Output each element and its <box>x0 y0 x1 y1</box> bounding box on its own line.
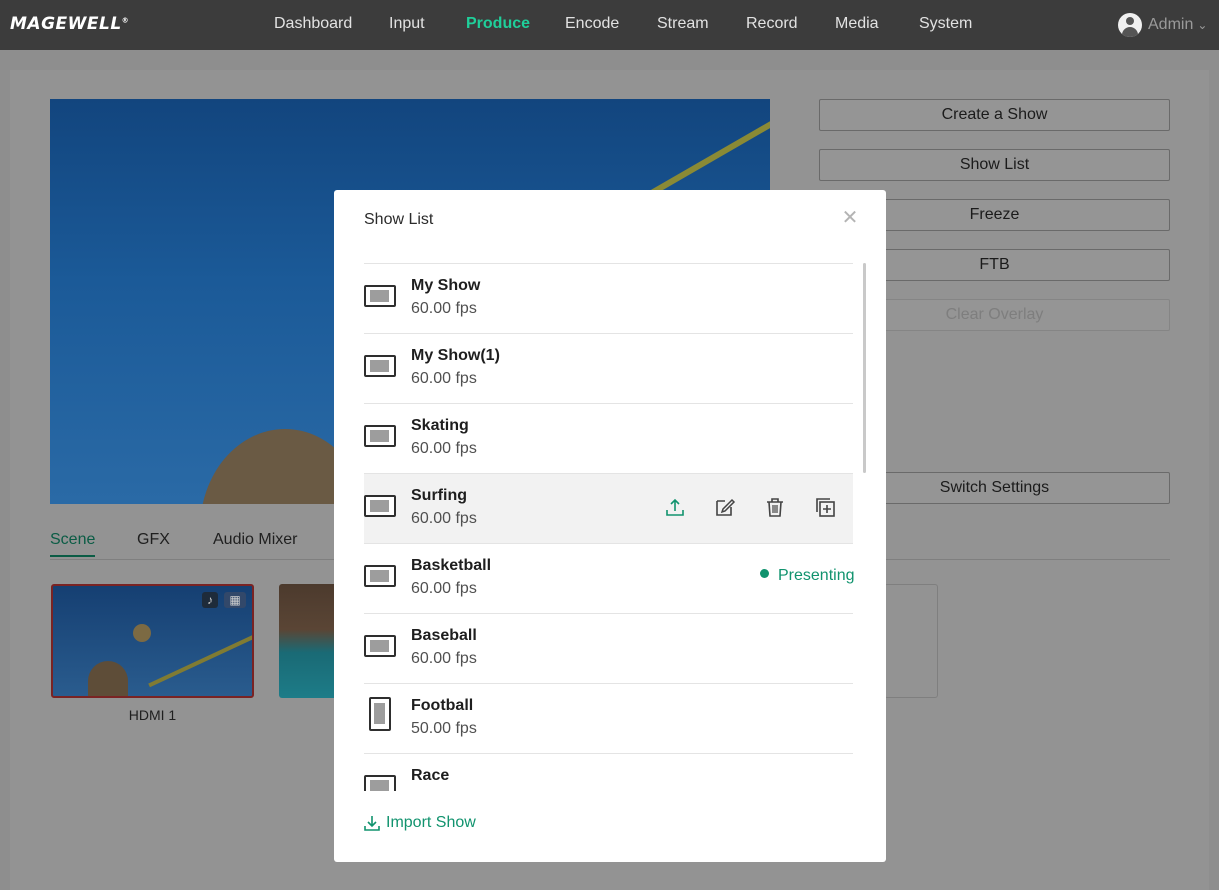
list-scrollbar[interactable] <box>863 263 866 791</box>
nav-produce[interactable]: Produce <box>466 15 530 33</box>
delete-icon[interactable] <box>764 496 786 518</box>
landscape-show-icon <box>364 355 396 377</box>
create-show-button[interactable]: Create a Show <box>819 99 1170 131</box>
landscape-show-icon <box>364 285 396 307</box>
thumb-ball <box>133 624 151 642</box>
download-icon <box>364 816 380 831</box>
chevron-down-icon: ⌄ <box>1197 18 1208 32</box>
show-row[interactable]: Basketball 60.00 fps Presenting <box>364 543 854 613</box>
show-row[interactable]: My Show(1) 60.00 fps <box>364 333 853 403</box>
show-name: My Show(1) <box>411 347 500 364</box>
landscape-show-icon <box>364 635 396 657</box>
show-fps: 60.00 fps <box>411 370 477 387</box>
music-note-icon: ♪ <box>202 592 218 608</box>
show-row[interactable]: Baseball 60.00 fps <box>364 613 853 683</box>
show-name: Football <box>411 697 474 714</box>
show-fps: 50.00 fps <box>411 790 477 791</box>
show-fps: 60.00 fps <box>411 300 477 317</box>
nav-media[interactable]: Media <box>835 15 879 33</box>
landscape-show-icon <box>364 425 396 447</box>
show-row[interactable]: My Show 60.00 fps <box>364 263 853 333</box>
scroll-thumb[interactable] <box>863 263 866 473</box>
edit-icon[interactable] <box>714 496 736 518</box>
show-list: My Show 60.00 fps My Show(1) 60.00 fps Skati… <box>364 263 854 791</box>
show-fps: 60.00 fps <box>411 650 477 667</box>
tab-scene[interactable]: Scene <box>50 531 96 557</box>
show-name: Skating <box>411 417 469 434</box>
dialog-title: Show List <box>364 211 434 228</box>
thumb-net <box>148 628 252 688</box>
show-name: My Show <box>411 277 481 294</box>
show-name: Race <box>411 767 450 784</box>
avatar-icon <box>1118 13 1142 37</box>
show-list-dialog: Show List ✕ My Show 60.00 fps My Show(1) 60… <box>334 190 886 862</box>
close-icon[interactable]: ✕ <box>840 208 860 228</box>
show-fps: 50.00 fps <box>411 720 477 737</box>
import-show-link[interactable]: Import Show <box>363 814 476 832</box>
user-name: Admin <box>1148 16 1194 33</box>
show-row[interactable]: Skating 60.00 fps <box>364 403 853 473</box>
show-fps: 60.00 fps <box>411 510 477 527</box>
nav-stream[interactable]: Stream <box>657 15 709 33</box>
nav-input[interactable]: Input <box>389 15 425 33</box>
nav-system[interactable]: System <box>919 15 972 33</box>
show-name: Baseball <box>411 627 477 644</box>
scene-label: HDMI 1 <box>128 707 177 723</box>
top-nav-bar: MAGEWELL® Dashboard Input Produce Encode… <box>0 0 1219 50</box>
landscape-show-icon <box>364 565 396 587</box>
tab-audio-mixer[interactable]: Audio Mixer <box>213 531 297 549</box>
show-name: Basketball <box>411 557 492 574</box>
import-show-label: Import Show <box>386 814 476 831</box>
show-list-button[interactable]: Show List <box>819 149 1170 181</box>
thumb-player <box>88 661 128 696</box>
status-dot-icon <box>760 569 769 578</box>
scene-thumbnail-hdmi1[interactable]: ♪ ▦ <box>51 584 254 698</box>
scene-thumbnail-empty[interactable] <box>884 584 938 698</box>
landscape-show-icon <box>364 775 396 791</box>
show-fps: 60.00 fps <box>411 440 477 457</box>
scene-thumbnail-2[interactable] <box>279 584 339 698</box>
nav-encode[interactable]: Encode <box>565 15 619 33</box>
show-fps: 60.00 fps <box>411 580 477 597</box>
show-row[interactable]: Race 50.00 fps <box>364 753 853 791</box>
show-row[interactable]: Football 50.00 fps <box>364 683 853 753</box>
image-icon: ▦ <box>224 592 246 608</box>
show-row[interactable]: Surfing 60.00 fps <box>364 473 853 543</box>
show-name: Surfing <box>411 487 467 504</box>
nav-record[interactable]: Record <box>746 15 798 33</box>
brand-logo: MAGEWELL® <box>10 14 130 34</box>
nav-dashboard[interactable]: Dashboard <box>274 15 352 33</box>
landscape-show-icon <box>364 495 396 517</box>
portrait-show-icon <box>369 697 391 731</box>
tab-gfx[interactable]: GFX <box>137 531 170 549</box>
duplicate-icon[interactable] <box>814 496 836 518</box>
presenting-status: Presenting <box>760 567 854 585</box>
upload-icon[interactable] <box>664 496 686 518</box>
user-menu[interactable]: Admin ⌄ <box>1118 13 1207 37</box>
presenting-label: Presenting <box>778 567 854 584</box>
